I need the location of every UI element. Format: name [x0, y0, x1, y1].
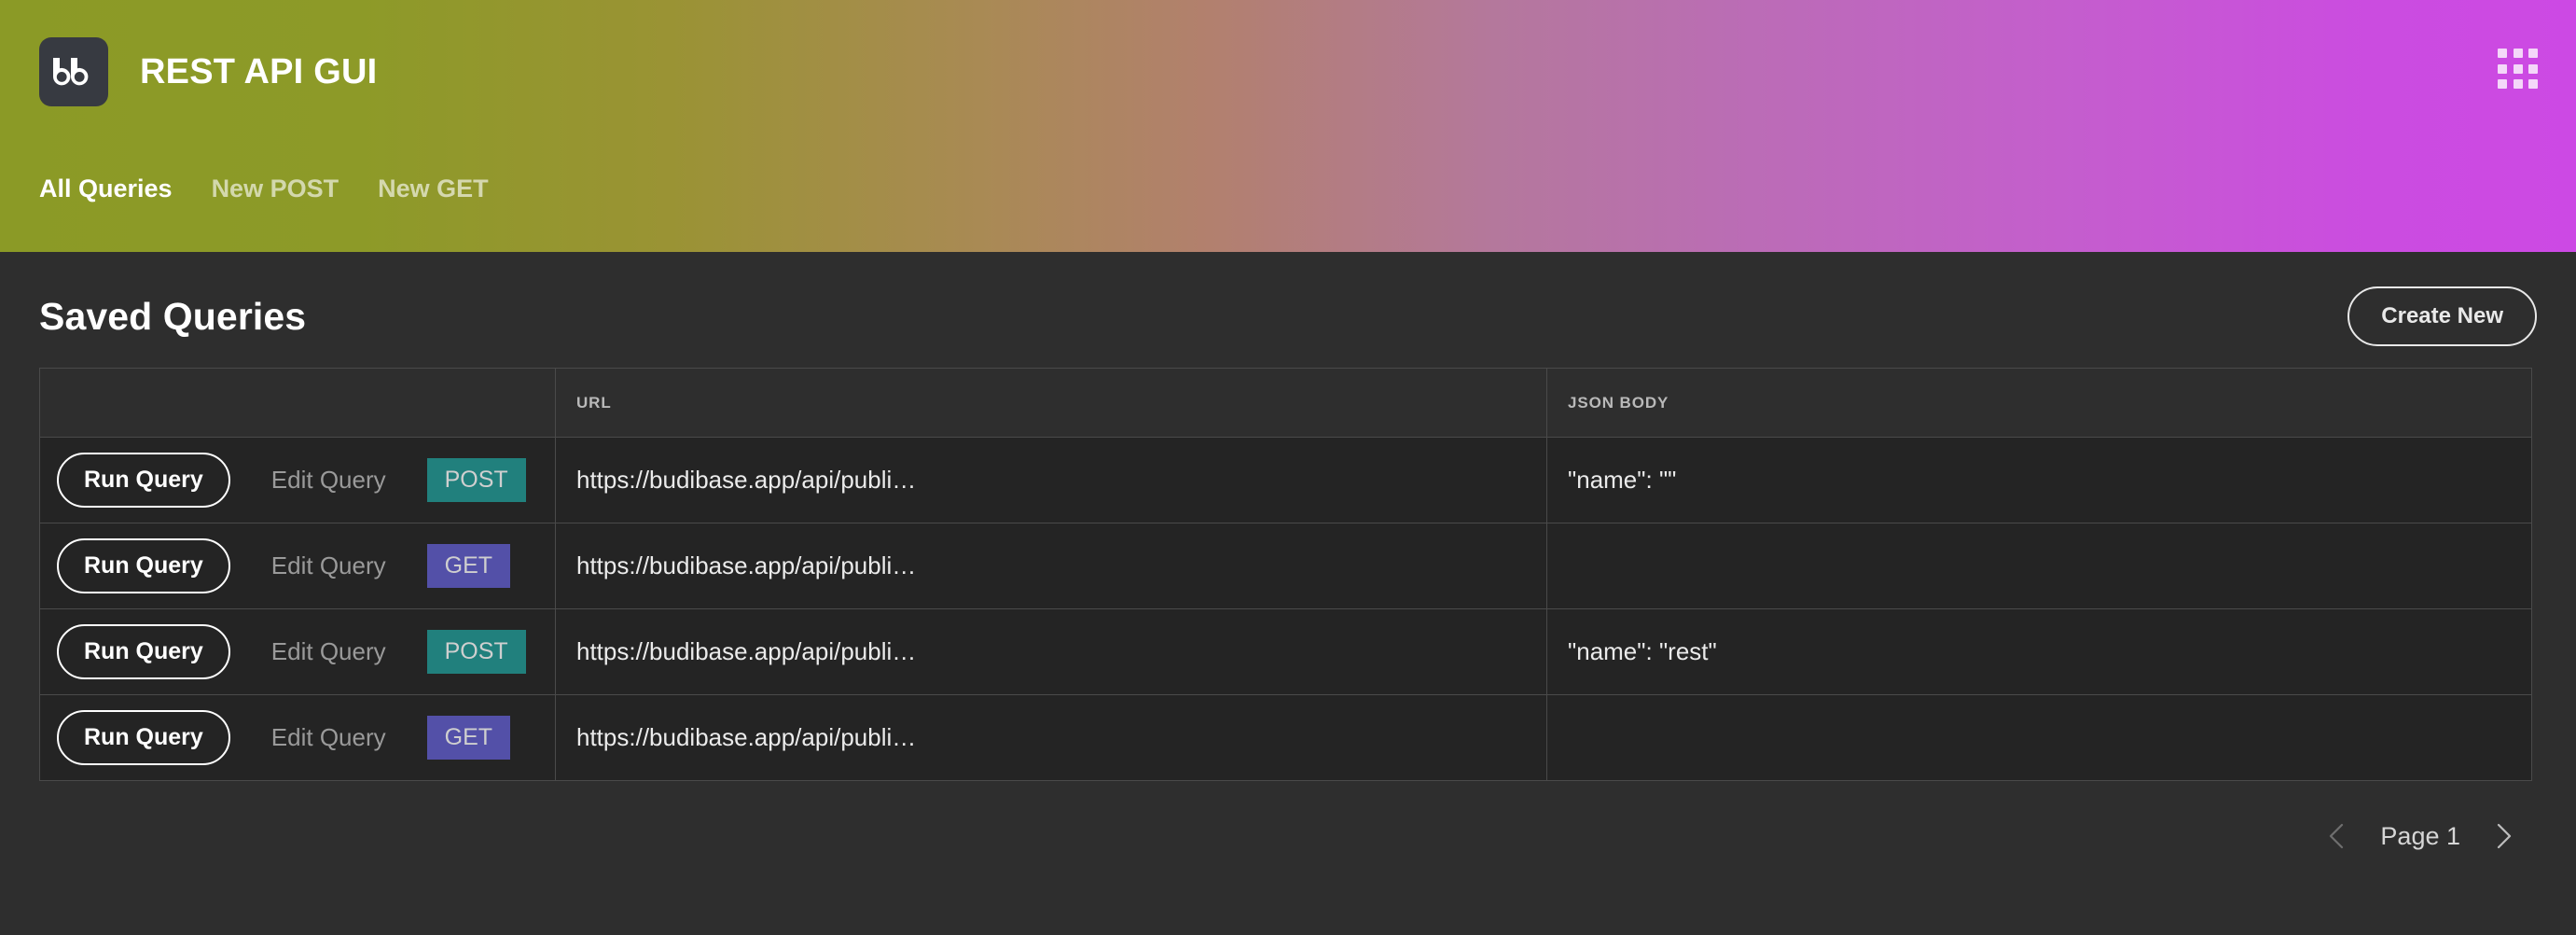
- json-body-cell: [1546, 523, 2532, 609]
- apps-grid-icon[interactable]: [2498, 49, 2539, 90]
- page-title: REST API GUI: [140, 51, 378, 91]
- column-header-actions: [39, 368, 556, 438]
- url-text: https://budibase.app/api/publi…: [576, 466, 917, 494]
- page-number-label: Page 1: [2380, 821, 2460, 850]
- url-text: https://budibase.app/api/publi…: [576, 551, 917, 579]
- url-cell: https://budibase.app/api/publi…: [555, 437, 1547, 523]
- table-row: Run Query Edit Query POST https://budiba…: [39, 608, 2532, 695]
- grid-dot: [2498, 79, 2507, 90]
- table-row: Run Query Edit Query GET https://budibas…: [39, 523, 2532, 609]
- json-body-text: "name": "rest": [1568, 637, 1717, 665]
- column-header-json-body: JSON BODY: [1546, 368, 2532, 438]
- edit-query-link[interactable]: Edit Query: [271, 637, 386, 666]
- json-body-cell: "name": "": [1546, 437, 2532, 523]
- table-header-row: URL JSON BODY: [39, 368, 2532, 438]
- brand-row: REST API GUI: [39, 0, 2537, 138]
- bb-logo-icon: [52, 58, 89, 86]
- method-badge[interactable]: GET: [426, 544, 511, 588]
- chevron-left-icon[interactable]: [2324, 823, 2348, 849]
- row-actions-cell: Run Query Edit Query GET: [39, 694, 556, 781]
- url-cell: https://budibase.app/api/publi…: [555, 523, 1547, 609]
- grid-dot: [2513, 79, 2523, 90]
- method-badge[interactable]: POST: [426, 630, 526, 674]
- row-actions-cell: Run Query Edit Query GET: [39, 523, 556, 609]
- column-header-url: URL: [555, 368, 1547, 438]
- url-cell: https://budibase.app/api/publi…: [555, 694, 1547, 781]
- nav-item-new-get[interactable]: New GET: [378, 174, 489, 203]
- url-text: https://budibase.app/api/publi…: [576, 723, 917, 751]
- method-badge[interactable]: GET: [426, 716, 511, 760]
- run-query-button[interactable]: Run Query: [57, 538, 230, 593]
- url-text: https://budibase.app/api/publi…: [576, 637, 917, 665]
- section-header: Saved Queries Create New: [39, 252, 2537, 368]
- nav-item-new-post[interactable]: New POST: [212, 174, 339, 203]
- url-cell: https://budibase.app/api/publi…: [555, 608, 1547, 695]
- table-body: Run Query Edit Query POST https://budiba…: [39, 437, 2532, 781]
- edit-query-link[interactable]: Edit Query: [271, 466, 386, 495]
- main-content: Saved Queries Create New URL JSON BODY R…: [0, 252, 2576, 935]
- method-badge[interactable]: POST: [426, 458, 526, 502]
- main-navigation: All Queries New POST New GET: [39, 138, 2537, 235]
- grid-dot: [2498, 49, 2507, 58]
- app-logo[interactable]: [39, 37, 108, 106]
- json-body-cell: "name": "rest": [1546, 608, 2532, 695]
- row-actions-cell: Run Query Edit Query POST: [39, 608, 556, 695]
- edit-query-link[interactable]: Edit Query: [271, 551, 386, 580]
- grid-dot: [2528, 79, 2539, 90]
- saved-queries-table: URL JSON BODY Run Query Edit Query POST …: [39, 368, 2532, 781]
- grid-dot: [2528, 63, 2539, 74]
- chevron-right-icon[interactable]: [2492, 823, 2516, 849]
- json-body-cell: [1546, 694, 2532, 781]
- grid-dot: [2513, 63, 2523, 74]
- run-query-button[interactable]: Run Query: [57, 624, 230, 679]
- run-query-button[interactable]: Run Query: [57, 710, 230, 765]
- pagination: Page 1: [39, 781, 2537, 891]
- create-new-button[interactable]: Create New: [2347, 286, 2537, 346]
- grid-dot: [2528, 49, 2539, 58]
- run-query-button[interactable]: Run Query: [57, 453, 230, 508]
- row-actions-cell: Run Query Edit Query POST: [39, 437, 556, 523]
- grid-dot: [2498, 63, 2507, 74]
- section-title: Saved Queries: [39, 294, 307, 338]
- grid-dot: [2513, 49, 2523, 58]
- json-body-text: "name": "": [1568, 466, 1677, 494]
- edit-query-link[interactable]: Edit Query: [271, 723, 386, 752]
- nav-item-all-queries[interactable]: All Queries: [39, 174, 173, 203]
- app-header: REST API GUI All Queries New POST New GE…: [0, 0, 2576, 252]
- table-head: URL JSON BODY: [39, 368, 2532, 438]
- table-row: Run Query Edit Query POST https://budiba…: [39, 437, 2532, 523]
- table-row: Run Query Edit Query GET https://budibas…: [39, 694, 2532, 781]
